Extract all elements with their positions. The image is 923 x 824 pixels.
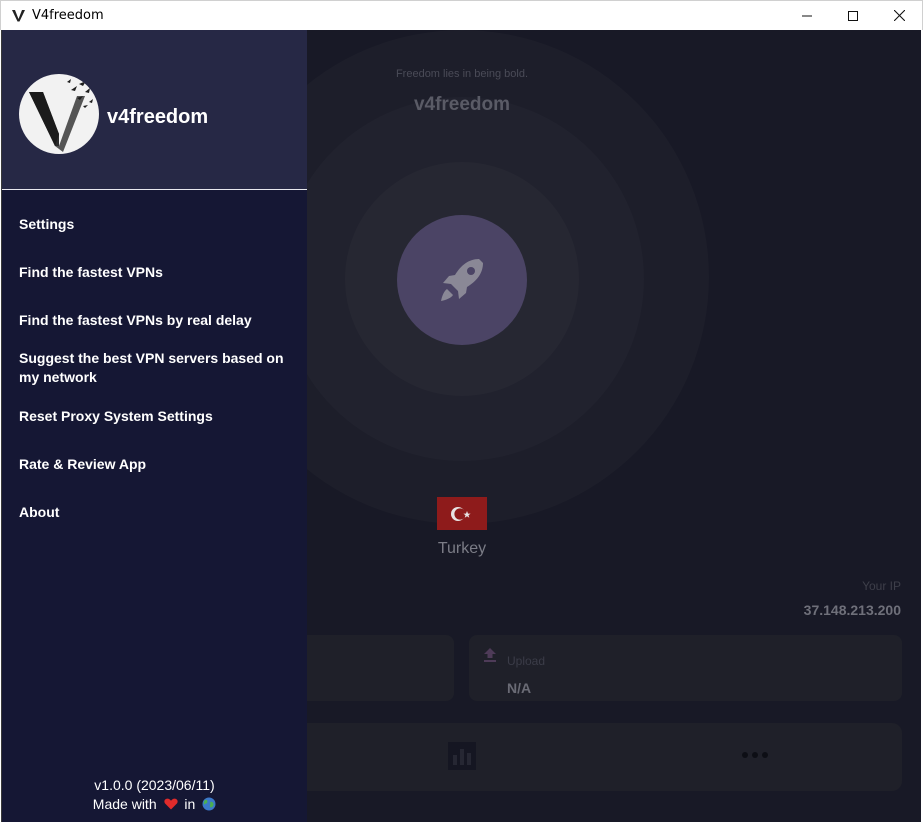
menu-item-find-fastest-real-delay[interactable]: Find the fastest VPNs by real delay	[19, 311, 294, 330]
drawer-footer: v1.0.0 (2023/06/11) Made with in	[2, 776, 307, 814]
app-logo-icon	[11, 9, 25, 23]
version-text: v1.0.0 (2023/06/11)	[94, 777, 215, 793]
upload-card: Upload N/A	[469, 635, 902, 701]
globe-icon	[202, 797, 216, 811]
turkey-flag-icon	[437, 497, 487, 530]
upload-label: Upload	[507, 654, 546, 668]
drawer-app-name: v4freedom	[107, 106, 209, 128]
menu-item-settings[interactable]: Settings	[19, 215, 294, 234]
drawer-header: v4freedom	[2, 30, 307, 190]
menu-item-reset-proxy[interactable]: Reset Proxy System Settings	[19, 407, 294, 426]
menu-item-about[interactable]: About	[19, 503, 294, 522]
minimize-button[interactable]	[784, 1, 830, 30]
ip-label: Your IP	[862, 579, 901, 593]
navigation-drawer: v4freedom Settings Find the fastest VPNs…	[2, 30, 307, 822]
upload-value: N/A	[507, 680, 532, 696]
maximize-button[interactable]	[830, 1, 876, 30]
made-with-text: Made with	[92, 796, 157, 812]
more-dots-icon[interactable]	[742, 752, 768, 758]
window-controls	[784, 1, 922, 31]
upload-arrow-icon	[484, 648, 496, 662]
connect-button[interactable]	[397, 215, 527, 345]
rocket-icon	[441, 259, 483, 301]
heart-icon	[163, 798, 178, 810]
tagline: Freedom lies in being bold.	[395, 68, 529, 80]
title-bar: V4freedom	[0, 0, 923, 30]
made-with-line: Made with in	[2, 795, 307, 814]
bar-chart-icon[interactable]	[448, 742, 476, 770]
minimize-icon	[802, 15, 812, 16]
country-name: Turkey	[437, 540, 487, 557]
app-window: Freedom lies in being bold. v4freedom Tu…	[1, 30, 921, 822]
v4freedom-logo-icon	[19, 74, 99, 154]
bottom-nav-bar	[282, 723, 902, 791]
download-card	[282, 635, 454, 701]
ip-value: 37.148.213.200	[803, 602, 901, 618]
menu-item-suggest-best-servers[interactable]: Suggest the best VPN servers based on my…	[19, 349, 294, 387]
brand-title: v4freedom	[413, 94, 511, 115]
menu-item-rate-review[interactable]: Rate & Review App	[19, 455, 294, 474]
close-icon	[893, 10, 905, 21]
close-button[interactable]	[876, 1, 922, 30]
window-title: V4freedom	[32, 8, 104, 23]
maximize-icon	[848, 10, 858, 21]
made-in-text: in	[184, 796, 196, 812]
menu-item-find-fastest-vpns[interactable]: Find the fastest VPNs	[19, 263, 294, 282]
